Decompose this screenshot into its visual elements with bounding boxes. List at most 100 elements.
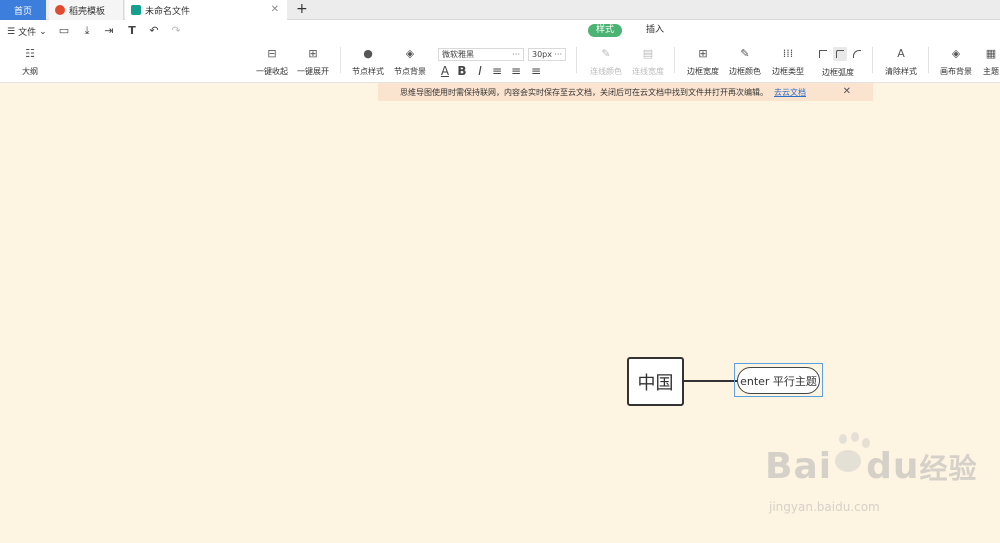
border-width-button[interactable]: ⊞ 边框宽度 — [687, 47, 719, 77]
collapse-all-label: 一键收起 — [256, 67, 288, 76]
paint-bucket-icon: ◈ — [405, 47, 415, 60]
clear-format-icon: A — [897, 47, 905, 60]
go-to-cloud-link[interactable]: 去云文档 — [774, 87, 806, 98]
tab-document[interactable]: 未命名文件 ✕ — [125, 0, 287, 20]
font-size-value: 30px — [532, 50, 552, 59]
toolbar-top-row: ☰ 文件 ⌄ ▭ ⤓ ⇥ T ↶ ↷ 样式 插入 — [0, 20, 1000, 42]
minus-box-icon: ⊟ — [267, 47, 277, 60]
clear-style-button[interactable]: A 清除样式 — [885, 47, 917, 77]
border-color-icon: ✎ — [740, 47, 750, 60]
align-right-icon[interactable]: ≡ — [529, 64, 543, 78]
align-left-icon[interactable]: ≡ — [490, 64, 504, 78]
tab-home[interactable]: 首页 — [0, 0, 46, 20]
save-icon[interactable]: ▭ — [57, 24, 71, 38]
close-tab-icon[interactable]: ✕ — [271, 4, 279, 15]
align-center-icon[interactable]: ≡ — [509, 64, 523, 78]
wps-logo-icon — [55, 5, 65, 15]
toolbar: ☰ 文件 ⌄ ▭ ⤓ ⇥ T ↶ ↷ 样式 插入 ☷ 大纲 ⊟ 一键收起 ⊞ 一… — [0, 20, 1000, 83]
theme-icon: ▦ — [985, 47, 997, 60]
line-width-button[interactable]: ▤ 连线宽度 — [632, 47, 664, 77]
line-color-button[interactable]: ✎ 连线颜色 — [590, 47, 622, 77]
outline-icon: ☷ — [25, 47, 35, 60]
divider — [928, 47, 929, 73]
file-menu-label: 文件 — [18, 28, 37, 38]
node-style-button[interactable]: ● 节点样式 — [352, 47, 384, 77]
canvas-background-label: 画布背景 — [940, 67, 972, 76]
clear-style-label: 清除样式 — [885, 67, 917, 76]
theme-button[interactable]: ▦ 主题 — [983, 47, 999, 77]
more-icon: ··· — [554, 50, 562, 59]
watermark-brand2: du — [866, 446, 920, 487]
export-icon[interactable]: ⇥ — [102, 24, 116, 38]
divider — [674, 47, 675, 73]
sub-topic-node[interactable]: enter 平行主题 — [737, 367, 820, 394]
font-family-select[interactable]: 微软雅黑 ··· — [438, 48, 524, 61]
border-width-icon: ⊞ — [698, 47, 708, 60]
node-background-label: 节点背景 — [394, 67, 426, 76]
line-color-label: 连线颜色 — [590, 67, 622, 76]
more-icon: ··· — [512, 50, 520, 59]
tab-style[interactable]: 样式 — [588, 24, 623, 37]
font-color-icon[interactable]: A — [438, 64, 452, 78]
italic-icon[interactable]: I — [473, 64, 487, 78]
mindmap-file-icon — [131, 5, 141, 15]
plus-box-icon: ⊞ — [308, 47, 318, 60]
line-width-label: 连线宽度 — [632, 67, 664, 76]
menu-icon: ☰ — [7, 26, 16, 37]
watermark-logo-text: Bai du经验 — [765, 446, 978, 487]
paw-toe — [839, 434, 847, 444]
watermark-brand-cn: 经验 — [919, 452, 978, 485]
divider — [576, 47, 577, 73]
watermark-url: jingyan.baidu.com — [769, 500, 880, 514]
undo-icon[interactable]: ↶ — [147, 24, 161, 38]
file-menu[interactable]: ☰ 文件 ⌄ — [7, 25, 47, 39]
line-color-icon: ✎ — [601, 47, 611, 60]
large-radius-icon[interactable] — [850, 47, 864, 61]
node-style-label: 节点样式 — [352, 67, 384, 76]
expand-all-button[interactable]: ⊞ 一键展开 — [297, 47, 329, 77]
chevron-down-icon: ⌄ — [39, 26, 47, 37]
line-width-icon: ▤ — [642, 47, 654, 60]
new-tab-button[interactable]: + — [296, 1, 308, 17]
collapse-all-button[interactable]: ⊟ 一键收起 — [256, 47, 288, 77]
border-width-label: 边框宽度 — [687, 67, 719, 76]
root-topic-label: 中国 — [637, 372, 674, 394]
border-color-button[interactable]: ✎ 边框颜色 — [729, 47, 761, 77]
cloud-notice-bar: 思维导图使用时需保持联网，内容会实时保存至云文档，关闭后可在云文档中找到文件并打… — [378, 83, 873, 101]
download-icon[interactable]: ⤓ — [80, 24, 94, 38]
node-background-button[interactable]: ◈ 节点背景 — [394, 47, 426, 77]
border-color-label: 边框颜色 — [729, 67, 761, 76]
sub-topic-label: enter 平行主题 — [740, 374, 817, 388]
format-painter-icon[interactable]: T — [125, 24, 139, 38]
tab-document-label: 未命名文件 — [145, 6, 191, 17]
square-corner-icon[interactable] — [816, 47, 830, 61]
divider — [340, 47, 341, 73]
redo-icon[interactable]: ↷ — [169, 24, 183, 38]
baidu-jingyan-watermark: Bai du经验 jingyan.baidu.com — [765, 428, 985, 528]
tab-templates-label: 稻壳模板 — [69, 6, 106, 17]
border-type-button[interactable]: ⁞⁞⁞ 边框类型 — [772, 47, 804, 77]
notice-text: 思维导图使用时需保持联网，内容会实时保存至云文档，关闭后可在云文档中找到文件并打… — [400, 87, 768, 97]
expand-all-label: 一键展开 — [297, 67, 329, 76]
node-style-icon: ● — [363, 47, 373, 60]
tab-home-label: 首页 — [13, 6, 32, 17]
border-type-icon: ⁞⁞⁞ — [782, 47, 794, 60]
font-family-value: 微软雅黑 — [442, 50, 474, 59]
close-icon[interactable]: ✕ — [843, 86, 851, 97]
paw-toe — [851, 432, 859, 442]
watermark-brand: Bai — [765, 446, 833, 487]
font-size-select[interactable]: 30px ··· — [528, 48, 566, 61]
tab-templates[interactable]: 稻壳模板 — [49, 0, 124, 20]
outline-label: 大纲 — [22, 67, 38, 76]
border-type-label: 边框类型 — [772, 67, 804, 76]
border-radius-label: 边框弧度 — [822, 68, 854, 77]
outline-button[interactable]: ☷ 大纲 — [22, 47, 38, 77]
bold-icon[interactable]: B — [455, 64, 469, 78]
paint-bucket-icon: ◈ — [951, 47, 961, 60]
root-topic-node[interactable]: 中国 — [627, 357, 684, 406]
canvas-background-button[interactable]: ◈ 画布背景 — [940, 47, 972, 77]
ribbon-tabs: 样式 插入 — [588, 24, 672, 37]
small-radius-icon[interactable] — [833, 47, 847, 61]
theme-label: 主题 — [983, 67, 999, 76]
tab-insert[interactable]: 插入 — [638, 24, 672, 37]
